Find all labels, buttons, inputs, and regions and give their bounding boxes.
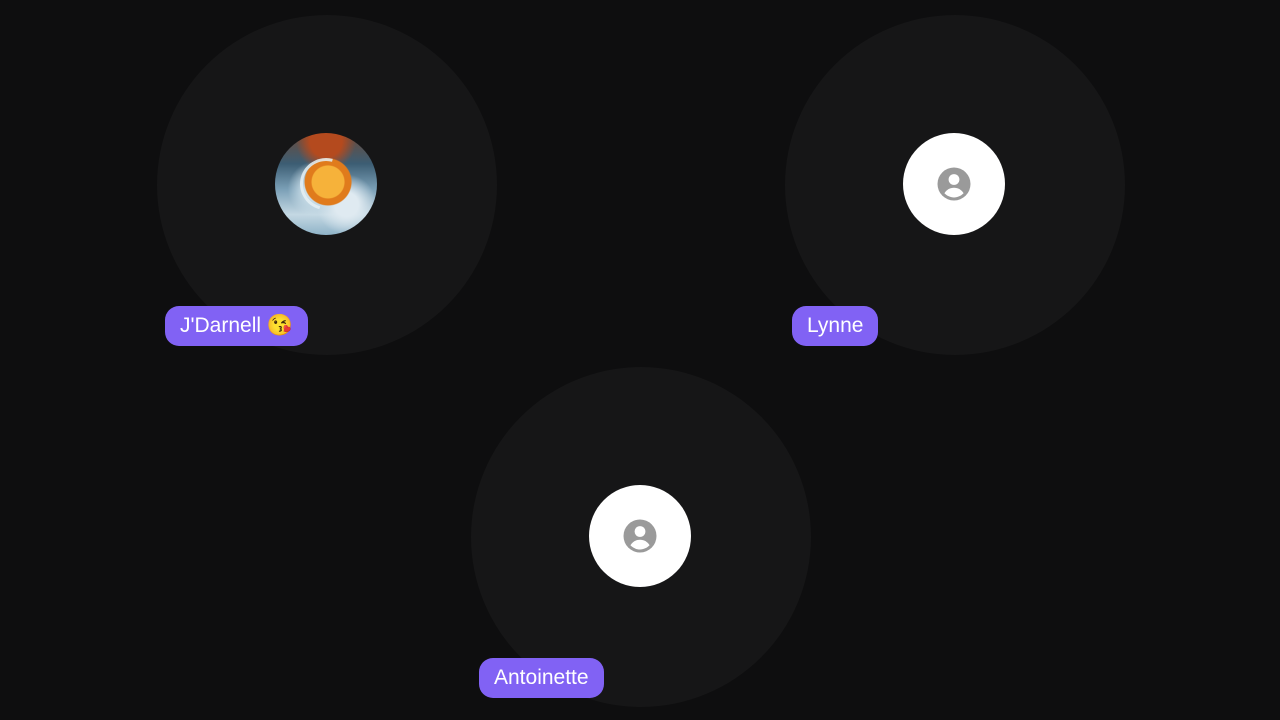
call-stage: J'Darnell 😘 Lynne Antoinette — [0, 0, 1280, 720]
participant-name-label: Lynne — [792, 306, 879, 346]
participant-name-label: Antoinette — [479, 658, 604, 698]
avatar-photo — [275, 133, 377, 235]
participant-name-label: J'Darnell 😘 — [165, 306, 309, 346]
person-icon — [623, 519, 657, 553]
avatar-placeholder — [589, 485, 691, 587]
avatar-placeholder — [903, 133, 1005, 235]
person-icon — [937, 167, 971, 201]
avatar-photo-swirl — [290, 148, 362, 220]
